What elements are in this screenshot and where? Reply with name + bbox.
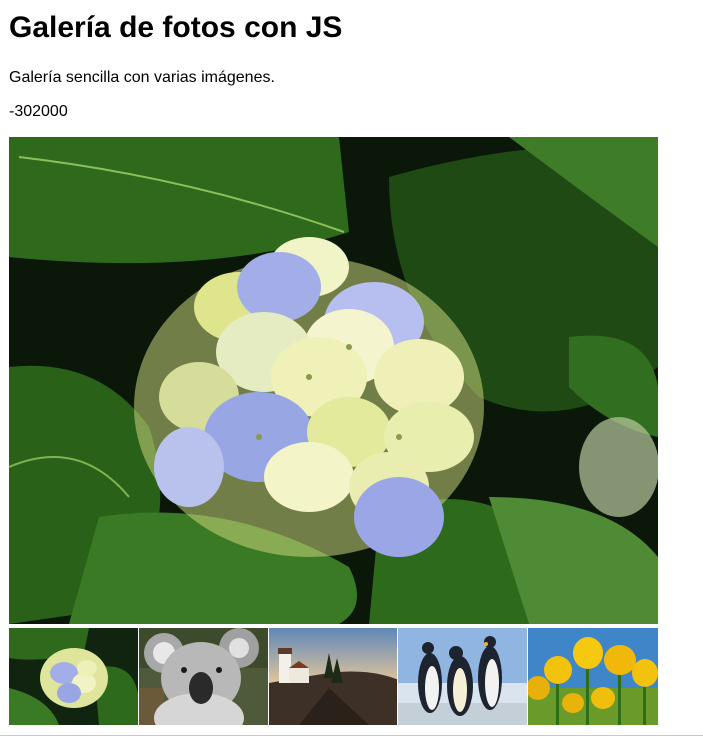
counter-value: -302000 <box>9 103 68 120</box>
thumbnail-lighthouse[interactable] <box>268 628 398 725</box>
thumbnail-koala[interactable] <box>138 628 268 725</box>
gallery-description: Galería sencilla con varias imágenes. <box>9 69 275 86</box>
tulips-thumbnail-image <box>528 628 658 725</box>
thumbnail-strip <box>9 628 658 725</box>
thumbnail-tulips[interactable] <box>528 628 658 725</box>
page-title: Galería de fotos con JS <box>9 11 343 44</box>
bottom-divider <box>0 735 703 736</box>
koala-thumbnail-image <box>138 628 268 725</box>
penguins-thumbnail-image <box>398 628 528 725</box>
thumbnail-penguins[interactable] <box>398 628 528 725</box>
hydrangea-main-image <box>9 137 658 624</box>
thumbnail-hydrangea[interactable] <box>9 628 138 725</box>
main-image <box>9 137 658 624</box>
hydrangea-thumbnail-image <box>9 628 138 725</box>
lighthouse-thumbnail-image <box>268 628 398 725</box>
